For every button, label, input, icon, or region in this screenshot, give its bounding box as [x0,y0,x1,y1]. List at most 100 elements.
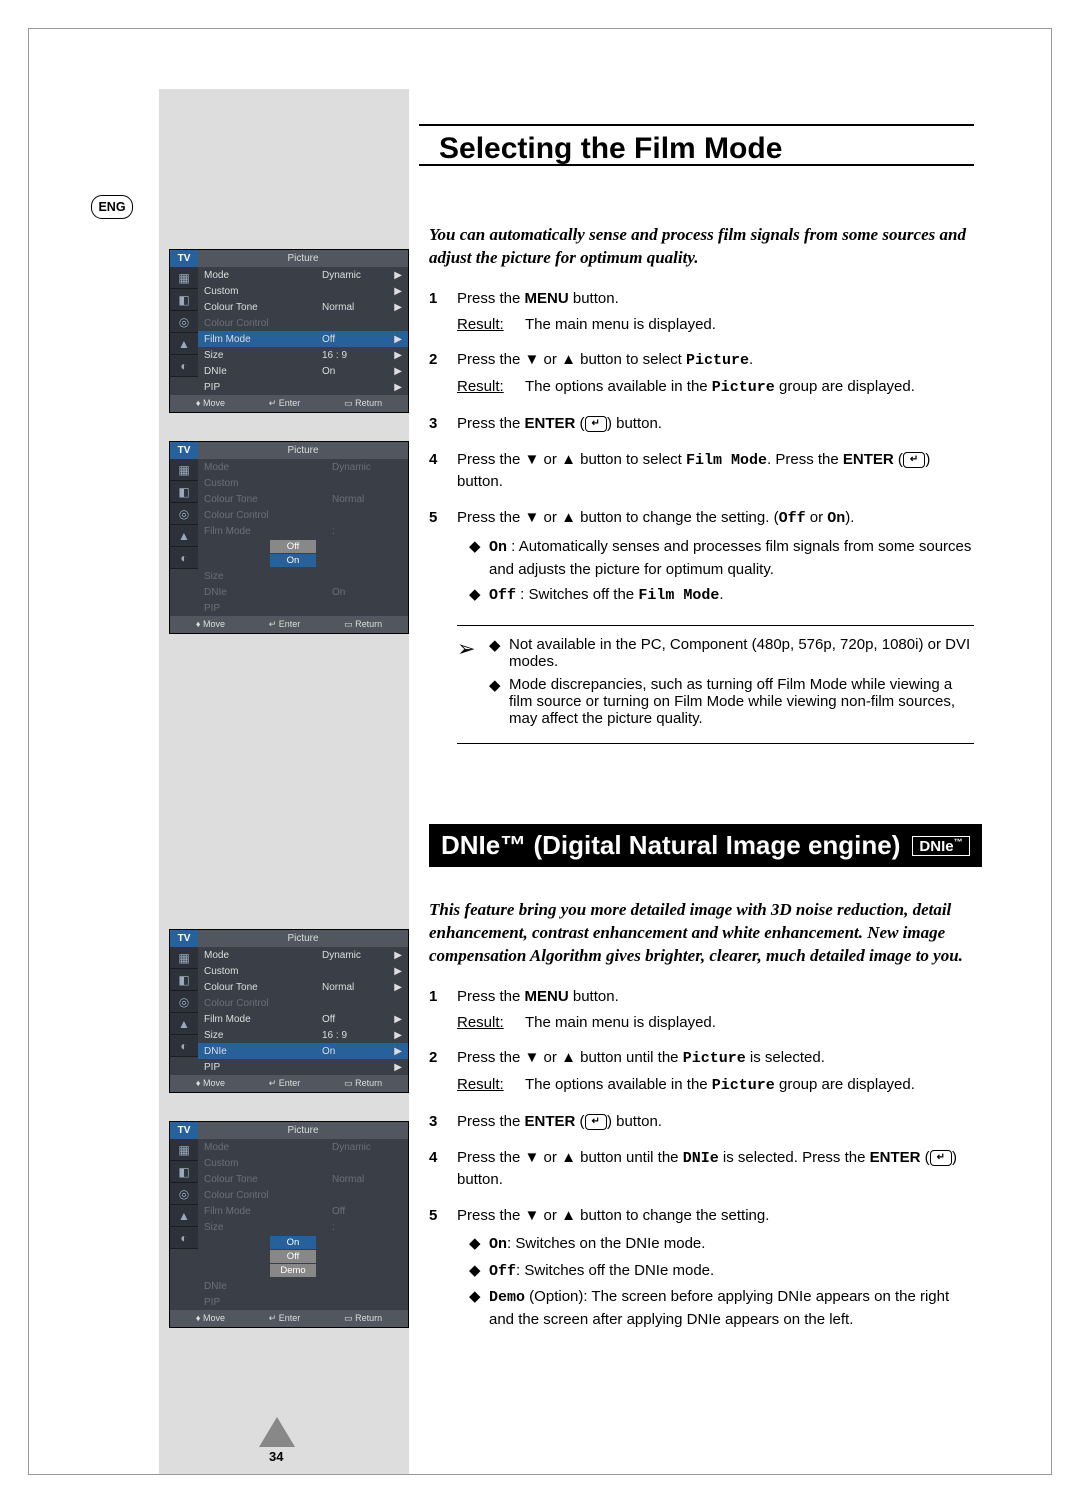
page-frame: Selecting the Film Mode ENG TV Picture ▦… [28,28,1052,1475]
osd-item-label: Colour Control [204,318,322,329]
osd-item-label: Film Mode [204,1014,322,1025]
osd-item-label: DNIe [204,1281,402,1292]
chevron-right-icon: ▶ [392,286,402,297]
foot-return: Return [355,619,382,629]
osd-item-value: Dynamic [322,270,392,281]
section-2-title: DNIe™ (Digital Natural Image engine) [441,830,900,861]
sound-icon: ◧ [170,289,198,311]
osd-menu-1: TV Picture ▦ ◧ ◎ ▲ ◐ ModeDynamic▶ Custom… [169,249,409,413]
foot-enter: Enter [279,619,301,629]
osd-item-value: Dynamic [332,462,402,473]
step-text: Press the MENU button. [457,290,619,307]
osd-item-label: Colour Control [204,998,402,1009]
step-text: Press the ▼ or ▲ button to change the se… [457,1207,769,1224]
step-number: 3 [429,413,457,435]
osd-item-label: Custom [204,286,322,297]
note-block: ➢ ◆Not available in the PC, Component (4… [457,625,974,744]
osd-popup-on: On [270,554,316,567]
osd-item-value: 16 : 9 [322,1030,392,1041]
foot-enter: Enter [279,398,301,408]
chevron-right-icon: ▶ [392,334,402,345]
osd-item-value: Dynamic [322,950,392,961]
osd-item-label: Custom [204,1158,402,1169]
osd-item-label: Mode [204,1142,332,1153]
chevron-right-icon: ▶ [392,270,402,281]
osd-item-label: Colour Control [204,510,402,521]
step-text: Press the ▼ or ▲ button to change the se… [457,509,854,526]
osd-item-label: Custom [204,478,402,489]
result-text: The options available in the Picture gro… [525,376,974,399]
result-text: The options available in the Picture gro… [525,1074,974,1097]
note-text: Not available in the PC, Component (480p… [509,636,974,670]
result-text: The main menu is displayed. [525,1012,974,1034]
rule [419,164,974,166]
page-arrow-icon [259,1417,295,1447]
osd-item-label: Colour Tone [204,494,332,505]
note-text: Mode discrepancies, such as turning off … [509,676,974,727]
osd-item-label: Colour Control [204,1190,402,1201]
section-1-intro: You can automatically sense and process … [429,224,974,270]
osd-menu-2: TV Picture ▦◧◎▲◐ ModeDynamic Custom Colo… [169,441,409,634]
osd-item-value: Normal [322,302,392,313]
bullet-diamond-icon: ◆ [469,536,489,581]
step-number: 5 [429,507,457,611]
dnie-logo-icon: DNIe™ [912,836,969,856]
osd-item-label: PIP [204,603,402,614]
step-text: Press the ▼ or ▲ button until the Pictur… [457,1049,825,1066]
osd-title: Picture [198,442,408,459]
result-label: Result: [457,1012,525,1034]
osd-item-label: Film Mode [204,526,332,537]
osd-sidebar-icons: ▦ ◧ ◎ ▲ ◐ [170,267,198,395]
enter-button-icon: ↵ [585,416,607,432]
result-label: Result: [457,1074,525,1097]
osd-item-label: Size [204,1222,332,1233]
bullet-diamond-icon: ◆ [489,676,509,727]
osd-item-value: On [332,587,402,598]
bullet-diamond-icon: ◆ [469,1260,489,1283]
osd-item-label: Mode [204,950,322,961]
section-2-content: This feature bring you more detailed ima… [429,899,974,1349]
foot-return: Return [355,398,382,408]
chevron-right-icon: ▶ [392,350,402,361]
step-text: Press the ▼ or ▲ button to select Film M… [457,451,930,491]
step-number: 5 [429,1205,457,1335]
osd-popup-on: On [270,1236,316,1249]
osd-item-value: On [322,366,392,377]
osd-item-label: Mode [204,462,332,473]
osd-title: Picture [198,250,408,267]
foot-move: Move [203,398,225,408]
picture-icon: ▦ [170,267,198,289]
step-number: 4 [429,449,457,494]
step-text: Press the ENTER (↵) button. [457,415,662,432]
step-text: Press the ▼ or ▲ button to select Pictur… [457,351,753,368]
osd-item-label: PIP [204,382,322,393]
step-text: Press the MENU button. [457,988,619,1005]
bullet-diamond-icon: ◆ [489,636,509,670]
osd-item-label: Colour Tone [204,982,322,993]
step-text: Press the ▼ or ▲ button until the DNIe i… [457,1149,957,1189]
osd-item-label: Colour Tone [204,302,322,313]
osd-item-value: Off [332,1206,402,1217]
section-1-content: You can automatically sense and process … [429,224,974,744]
osd-item-label: Film Mode [204,334,322,345]
step-number: 2 [429,349,457,399]
osd-item-label: PIP [204,1297,402,1308]
osd-item-label: Colour Tone [204,1174,332,1185]
enter-button-icon: ↵ [903,452,925,468]
osd-footer: ♦ Move↵ Enter▭ Return [170,395,408,412]
osd-item-label: DNIe [204,587,332,598]
osd-item-value: Normal [332,1174,402,1185]
step-number: 4 [429,1147,457,1192]
osd-tv-label: TV [170,1122,198,1139]
osd-item-value: Dynamic [332,1142,402,1153]
osd-item-label: Custom [204,966,392,977]
osd-item-value: Normal [332,494,402,505]
input-icon: ◐ [170,355,198,377]
step-number: 3 [429,1111,457,1133]
osd-popup-off: Off [270,540,316,553]
osd-tv-label: TV [170,442,198,459]
setup-icon: ▲ [170,333,198,355]
step-text: Press the ENTER (↵) button. [457,1113,662,1130]
foot-move: Move [203,619,225,629]
step-number: 1 [429,288,457,336]
